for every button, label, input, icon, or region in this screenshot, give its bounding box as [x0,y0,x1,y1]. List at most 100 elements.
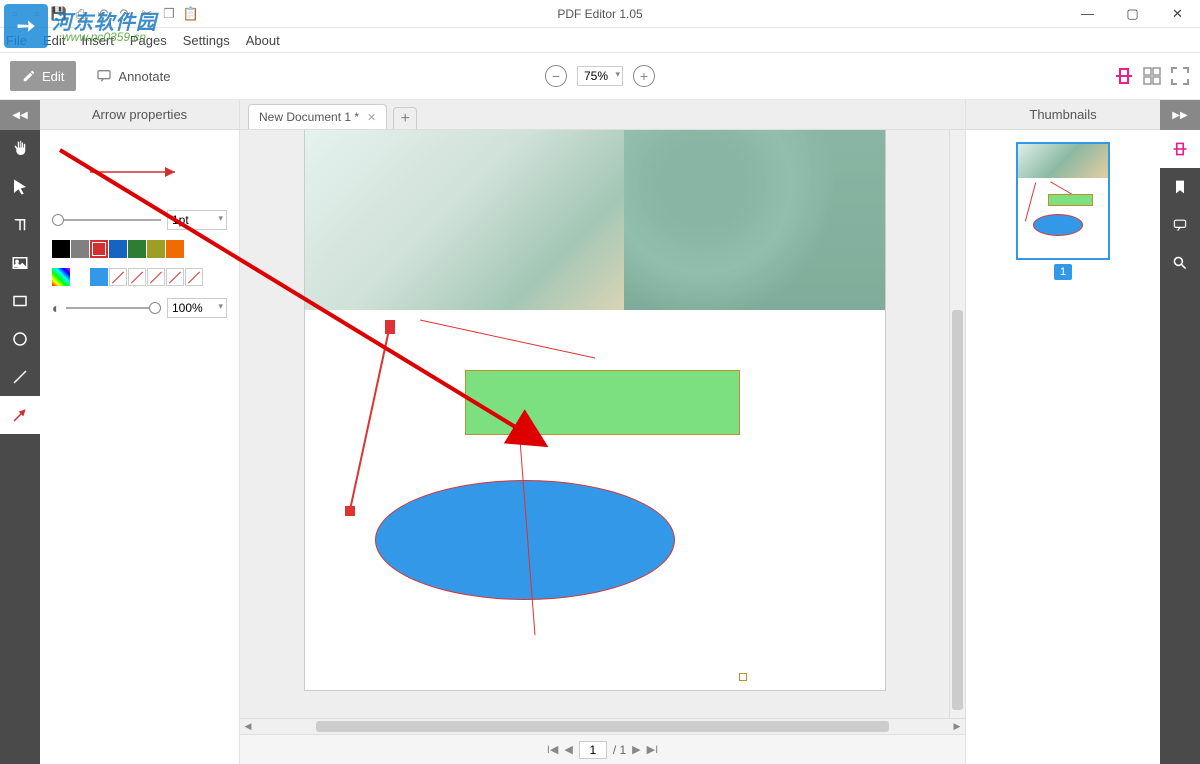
qat-open-icon[interactable]: ▫ [28,5,46,23]
thumbnail-number: 1 [1054,264,1072,280]
pencil-icon [22,69,36,83]
edit-button-label: Edit [42,69,64,84]
annotate-mode-button[interactable]: Annotate [86,61,180,91]
blue-ellipse-shape[interactable] [375,480,675,600]
menu-bar: File Edit Insert Pages Settings About [0,28,1200,52]
swatch-lightblue[interactable] [90,268,108,286]
search-toggle[interactable] [1160,244,1200,282]
qat-save-icon[interactable]: 💾 [50,5,68,23]
opacity-slider[interactable] [66,307,161,309]
swatch-none-3[interactable] [147,268,165,286]
title-bar: ▫ ▫ 💾 ⎙ ↶ ↷ ✂ ❐ 📋 PDF Editor 1.05 — ▢ ✕ [0,0,1200,28]
menu-insert[interactable]: Insert [81,33,114,48]
zoom-in-button[interactable]: + [633,65,655,87]
line-tool[interactable] [0,358,40,396]
collapse-left-button[interactable]: ◀◀ [0,100,40,130]
single-page-view-icon[interactable] [1114,66,1134,86]
swatch-black[interactable] [52,240,70,258]
hand-tool[interactable] [0,130,40,168]
qat-print-icon[interactable]: ⎙ [72,5,90,23]
ellipse-tool[interactable] [0,320,40,358]
swatch-picker[interactable] [52,268,70,286]
qat-paste-icon[interactable]: 📋 [182,5,200,23]
thumbnails-panel: Thumbnails 1 [965,100,1160,764]
qat-undo-icon[interactable]: ↶ [94,5,112,23]
zoom-level-select[interactable]: 75% [577,66,623,86]
right-toolbar: ▶▶ [1160,100,1200,764]
page [305,130,885,690]
thumbnail-page-1[interactable] [1016,142,1110,260]
add-tab-button[interactable]: + [393,107,417,129]
horizontal-scrollbar[interactable]: ◀▶ [240,718,965,734]
minimize-button[interactable]: — [1065,0,1110,28]
swatch-green[interactable] [128,240,146,258]
opacity-icon: ◐ [52,300,60,316]
bookmarks-toggle[interactable] [1160,168,1200,206]
qat-copy-icon[interactable]: ❐ [160,5,178,23]
page-number-input[interactable] [579,741,607,759]
fullscreen-icon[interactable] [1170,66,1190,86]
text-tool[interactable] [0,206,40,244]
swatch-none-5[interactable] [185,268,203,286]
close-button[interactable]: ✕ [1155,0,1200,28]
menu-pages[interactable]: Pages [130,33,167,48]
annotate-button-label: Annotate [118,69,170,84]
swatch-none-2[interactable] [128,268,146,286]
stroke-width-row: 1pt [52,210,227,230]
tab-document-1[interactable]: New Document 1 * ✕ [248,104,387,129]
opacity-value[interactable]: 100% [167,298,227,318]
properties-title: Arrow properties [40,100,239,130]
opacity-row: ◐ 100% [52,298,227,318]
properties-panel: Arrow properties 1pt [40,100,240,764]
zoom-out-button[interactable]: − [545,65,567,87]
menu-about[interactable]: About [246,33,280,48]
swatch-blue[interactable] [109,240,127,258]
last-page-button[interactable]: ▶I [647,743,659,756]
page-navigation: I◀ ◀ / 1 ▶ ▶I [240,734,965,764]
arrow-preview [52,142,227,202]
main-toolbar: Edit Annotate − 75% + [0,52,1200,100]
thumbnails-toggle[interactable] [1160,130,1200,168]
prev-page-button[interactable]: ◀ [564,743,572,756]
tab-close-icon[interactable]: ✕ [367,111,376,124]
qat-cut-icon[interactable]: ✂ [138,5,156,23]
qat-new-icon[interactable]: ▫ [6,5,24,23]
app-title: PDF Editor 1.05 [557,7,642,21]
zoom-controls: − 75% + [545,65,655,87]
swatch-olive[interactable] [147,240,165,258]
first-page-button[interactable]: I◀ [547,743,559,756]
maximize-button[interactable]: ▢ [1110,0,1155,28]
quick-access-toolbar: ▫ ▫ 💾 ⎙ ↶ ↷ ✂ ❐ 📋 [0,5,206,23]
tab-label: New Document 1 * [259,110,359,124]
menu-settings[interactable]: Settings [183,33,230,48]
edit-mode-button[interactable]: Edit [10,61,76,91]
qat-redo-icon[interactable]: ↷ [116,5,134,23]
swatch-none-4[interactable] [166,268,184,286]
document-tabs: New Document 1 * ✕ + [240,100,965,130]
collapse-right-button[interactable]: ▶▶ [1160,100,1200,130]
swatch-none-1[interactable] [109,268,127,286]
thumbnails-title: Thumbnails [966,100,1160,130]
image-tool[interactable] [0,244,40,282]
menu-file[interactable]: File [6,33,27,48]
page-total: / 1 [613,743,626,757]
swatch-gray[interactable] [71,240,89,258]
menu-edit[interactable]: Edit [43,33,65,48]
next-page-button[interactable]: ▶ [632,743,640,756]
comments-toggle[interactable] [1160,206,1200,244]
page-image [305,130,885,310]
grid-view-icon[interactable] [1142,66,1162,86]
swatch-red[interactable] [90,240,108,258]
green-rectangle-shape[interactable] [465,370,740,435]
canvas-area: New Document 1 * ✕ + [240,100,965,764]
stroke-width-value[interactable]: 1pt [167,210,227,230]
arrow-tool[interactable] [0,396,40,434]
resize-handle[interactable] [739,673,747,681]
document-canvas[interactable] [240,130,949,718]
select-tool[interactable] [0,168,40,206]
swatch-orange[interactable] [166,240,184,258]
rectangle-tool[interactable] [0,282,40,320]
vertical-scrollbar[interactable] [949,130,965,718]
stroke-width-slider[interactable] [52,219,161,221]
color-swatches-row1 [52,240,227,258]
